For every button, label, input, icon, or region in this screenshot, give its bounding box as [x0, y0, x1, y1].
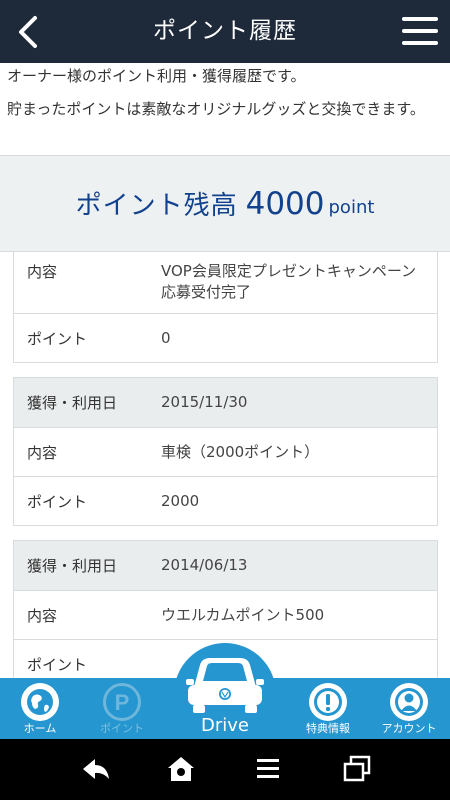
hamburger-menu-button[interactable]	[402, 16, 438, 46]
svg-text:P: P	[115, 690, 130, 715]
row-key: 内容	[27, 263, 58, 281]
tab-point-label: ポイント	[100, 722, 144, 735]
system-recents-button[interactable]	[340, 753, 374, 785]
tab-point[interactable]: P ポイント	[82, 678, 162, 739]
parking-p-icon: P	[103, 683, 141, 721]
car-icon	[186, 658, 264, 713]
tab-home[interactable]: ホーム	[0, 678, 80, 739]
system-back-button[interactable]	[79, 753, 113, 785]
row-value: ウエルカムポイント500	[161, 605, 325, 624]
record-row-content: 内容 ウエルカムポイント500	[14, 590, 437, 639]
tab-account-label: アカウント	[381, 722, 437, 735]
record-row-points: ポイント 0	[14, 313, 437, 362]
back-arrow-icon	[83, 759, 109, 779]
row-key: 獲得・利用日	[27, 394, 118, 412]
row-value: 2000	[161, 491, 200, 510]
row-value: 2014/06/13	[161, 556, 248, 574]
row-key: ポイント	[27, 492, 88, 511]
intro-line-1: オーナー様のポイント利用・獲得履歴です。	[7, 67, 306, 85]
home-icon	[168, 757, 194, 781]
system-navigation-bar	[0, 739, 450, 800]
row-key: 獲得・利用日	[27, 557, 118, 575]
tab-home-label: ホーム	[23, 722, 57, 735]
globe-icon	[21, 683, 59, 721]
history-record: 内容 VOP会員限定プレゼントキャンペーン応募受付完了 ポイント 0	[13, 252, 438, 363]
balance-label: ポイント残高	[75, 191, 238, 221]
row-value: 0	[161, 328, 171, 347]
row-key: ポイント	[27, 329, 88, 348]
row-key: 内容	[27, 443, 58, 462]
record-row-date: 獲得・利用日 2015/11/30	[14, 378, 437, 427]
tab-benefits[interactable]: 特典情報	[288, 678, 368, 739]
user-icon	[390, 683, 428, 721]
page-title: ポイント履歴	[153, 18, 297, 44]
row-value: 2015/11/30	[161, 393, 248, 411]
tab-benefits-label: 特典情報	[306, 722, 350, 735]
system-home-button[interactable]	[164, 753, 198, 785]
record-row-content: 内容 車検（2000ポイント）	[14, 427, 437, 476]
row-value: VOP会員限定プレゼントキャンペーン応募受付完了	[161, 262, 417, 301]
recents-icon	[343, 755, 371, 782]
drive-label: Drive	[201, 715, 249, 736]
row-key: ポイント	[27, 655, 88, 674]
row-value: 車検（2000ポイント）	[161, 442, 320, 461]
balance-unit: point	[328, 197, 375, 218]
record-row-content: 内容 VOP会員限定プレゼントキャンペーン応募受付完了	[14, 252, 437, 313]
tab-account[interactable]: アカウント	[369, 678, 449, 739]
app-header: ポイント履歴	[0, 0, 450, 63]
balance-value: 4000	[245, 185, 325, 222]
record-row-points: ポイント 2000	[14, 476, 437, 525]
hamburger-menu-icon	[402, 17, 438, 21]
menu-lines-icon	[257, 759, 279, 778]
system-menu-button[interactable]	[251, 753, 285, 785]
record-row-date: 獲得・利用日 2014/06/13	[14, 541, 437, 590]
drive-button[interactable]: Drive	[174, 643, 276, 745]
row-key: 内容	[27, 606, 58, 625]
history-record: 獲得・利用日 2015/11/30 内容 車検（2000ポイント） ポイント 2…	[13, 377, 438, 526]
intro-line-2: 貯まったポイントは素敵なオリジナルグッズと交換できます。	[7, 100, 425, 118]
exclamation-icon	[309, 683, 347, 721]
history-list[interactable]: 内容 VOP会員限定プレゼントキャンペーン応募受付完了 ポイント 0 獲得・利用…	[0, 252, 450, 678]
intro-text: オーナー様のポイント利用・獲得履歴です。 貯まったポイントは素敵なオリジナルグッ…	[7, 66, 447, 132]
point-balance-panel: ポイント残高 4000 point	[0, 155, 450, 252]
